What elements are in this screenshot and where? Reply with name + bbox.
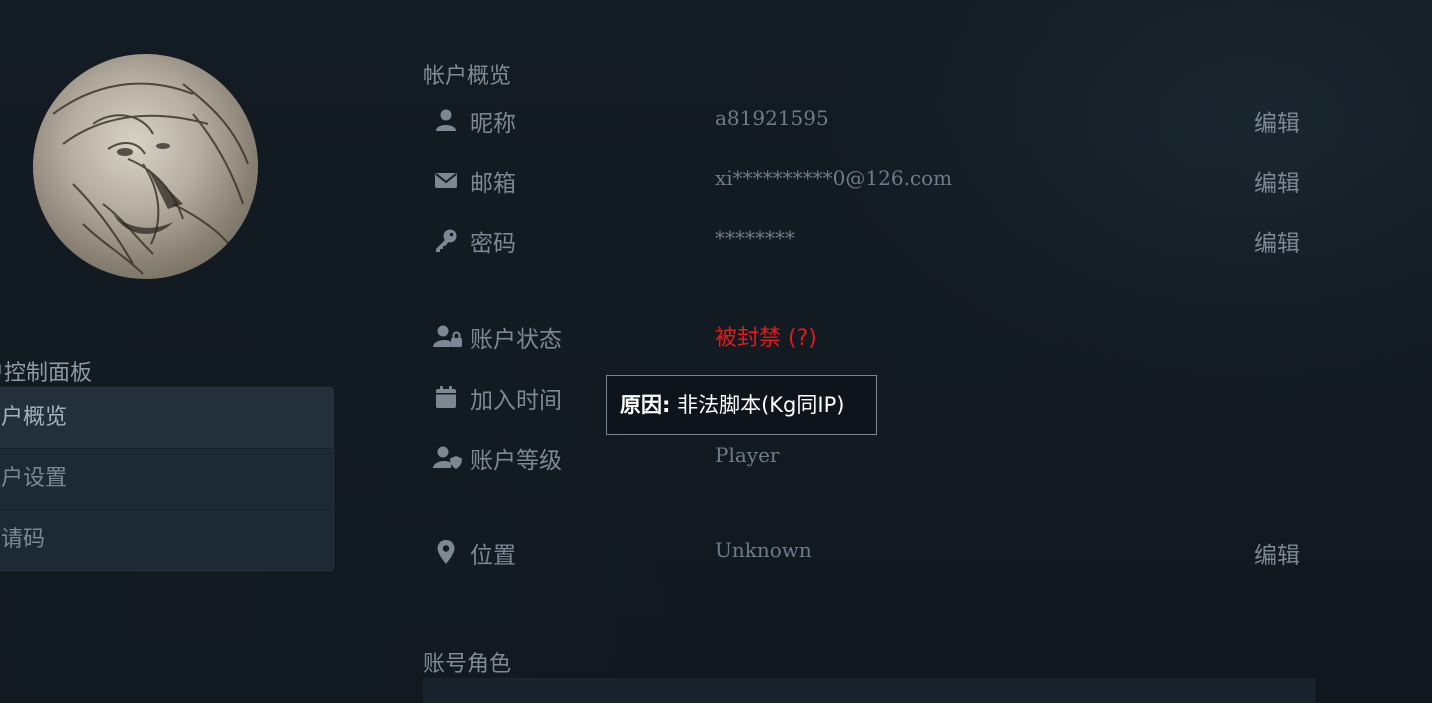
calendar-icon: [433, 384, 459, 410]
user-icon: [433, 107, 459, 133]
avatar-illustration: [52, 82, 249, 275]
user-shield-icon: [433, 444, 462, 470]
row-account-status: 账户状态 被封禁 (?): [433, 316, 1313, 356]
email-value: xi**********0@126.com: [715, 166, 953, 190]
row-nickname: 昵称 a81921595 编辑: [433, 100, 1313, 140]
account-level-label: 账户等级: [470, 448, 562, 474]
envelope-icon: [433, 167, 459, 193]
control-panel-title: 户控制面板: [0, 361, 93, 386]
sidebar-item-account-settings[interactable]: 帐户设置: [0, 449, 333, 510]
sidebar-item-invite-code[interactable]: 邀请码: [0, 510, 333, 570]
roles-container: [423, 678, 1315, 703]
edit-location-button[interactable]: 编辑: [1254, 536, 1300, 570]
tooltip-prefix: 原因:: [620, 393, 671, 417]
tooltip-text: 非法脚本(Kg同IP): [670, 393, 845, 417]
edit-email-button[interactable]: 编辑: [1254, 164, 1300, 198]
section-title-roles: 账号角色: [423, 652, 512, 677]
user-lock-icon: [433, 323, 462, 349]
row-email: 邮箱 xi**********0@126.com 编辑: [433, 160, 1313, 200]
password-value: ********: [715, 226, 795, 250]
email-label: 邮箱: [470, 171, 516, 197]
location-label: 位置: [470, 543, 516, 569]
account-status-label: 账户状态: [470, 327, 562, 353]
section-title-overview: 帐户概览: [423, 64, 512, 89]
row-account-level: 账户等级 Player: [433, 437, 1313, 477]
location-value: Unknown: [715, 538, 812, 562]
account-status-value[interactable]: 被封禁 (?): [715, 320, 817, 352]
map-pin-icon: [433, 539, 459, 565]
account-level-value: Player: [715, 443, 780, 467]
row-password: 密码 ******** 编辑: [433, 220, 1313, 260]
nickname-label: 昵称: [470, 111, 516, 137]
key-icon: [433, 227, 459, 253]
avatar: [33, 54, 258, 279]
edit-password-button[interactable]: 编辑: [1254, 224, 1300, 258]
sidebar-menu: 帐户概览 帐户设置 邀请码: [0, 387, 334, 571]
password-label: 密码: [470, 231, 516, 257]
join-date-label: 加入时间: [470, 388, 562, 414]
nickname-value: a81921595: [715, 106, 829, 130]
edit-nickname-button[interactable]: 编辑: [1254, 104, 1300, 138]
row-location: 位置 Unknown 编辑: [433, 532, 1313, 572]
ban-reason-tooltip: 原因: 非法脚本(Kg同IP): [606, 375, 877, 435]
sidebar-item-account-overview[interactable]: 帐户概览: [0, 388, 333, 449]
